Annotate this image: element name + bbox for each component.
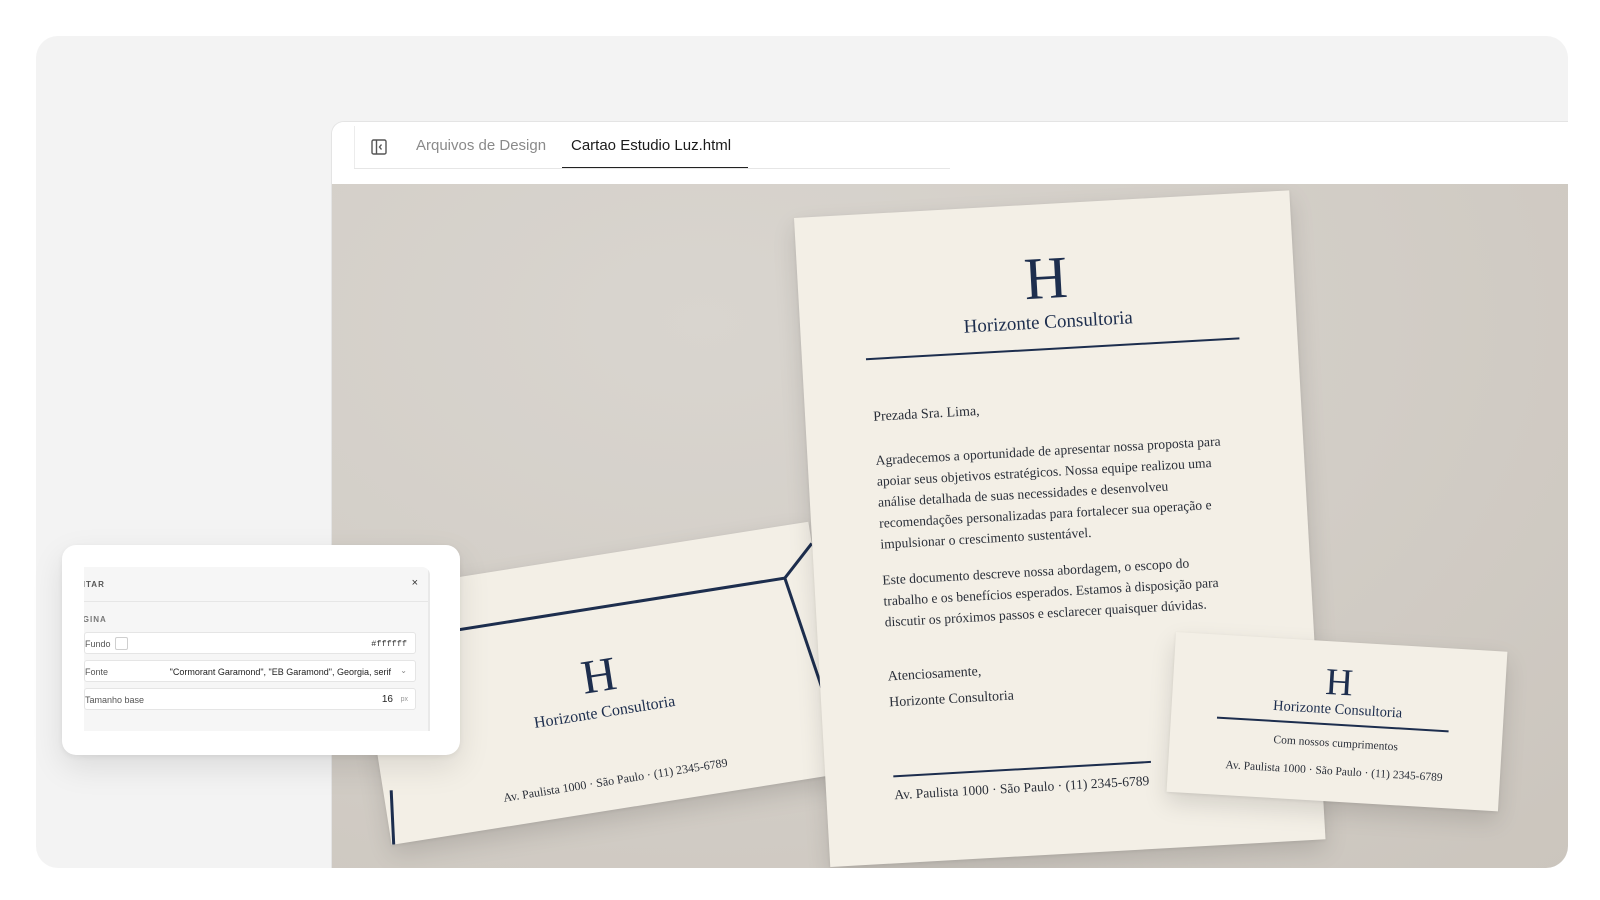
tab-track-line <box>354 168 950 169</box>
business-card-mockup: H Horizonte Consultoria Com nossos cumpr… <box>1166 632 1508 812</box>
letter-greeting: Prezada Sra. Lima, <box>872 403 981 425</box>
sidebar-toggle-icon[interactable] <box>370 138 388 156</box>
app-window: Arquivos de Design Cartao Estudio Luz.ht… <box>332 122 1568 868</box>
letter-paragraph-1: Agradecemos a oportunidade de apresentar… <box>875 433 1221 552</box>
tab-design-files[interactable]: Arquivos de Design <box>416 136 546 170</box>
base-size-input[interactable]: 16 <box>382 694 393 705</box>
edit-panel-scrollbar[interactable] <box>428 567 430 731</box>
font-label: Fonte <box>85 667 109 677</box>
font-field: Fonte "Cormorant Garamond", "EB Garamond… <box>84 660 416 682</box>
tab-bar-divider <box>354 126 355 168</box>
page-section-title: ÁGINA <box>84 615 107 624</box>
letter-paragraph-2: Este documento descreve nossa abordagem,… <box>881 555 1220 630</box>
edit-panel-header: DITAR × <box>84 567 430 602</box>
close-icon[interactable]: × <box>412 577 418 589</box>
design-preview-canvas[interactable]: H Horizonte Consultoria Av. Paulista 100… <box>332 184 1568 868</box>
font-select[interactable]: "Cormorant Garamond", "EB Garamond", Geo… <box>170 667 391 677</box>
card-tagline: Com nossos cumprimentos <box>1273 733 1399 754</box>
tab-active-label: Cartao Estudio Luz.html <box>571 137 732 154</box>
edit-panel: DITAR × ÁGINA Fundo #ffffff Fonte "Cormo… <box>84 567 430 731</box>
base-size-unit: px <box>400 696 408 703</box>
chevron-down-icon[interactable]: ⌄ <box>400 666 407 675</box>
background-label: Fundo <box>85 639 111 649</box>
background-color-swatch[interactable] <box>115 637 128 650</box>
base-size-label: Tamanho base <box>85 695 145 705</box>
base-size-field: Tamanho base 16 px <box>84 688 416 710</box>
letter-footer-address: Av. Paulista 1000 · São Paulo · (11) 234… <box>893 773 1150 803</box>
card-address: Av. Paulista 1000 · São Paulo · (11) 234… <box>1225 759 1443 785</box>
editor-panel-card: DITAR × ÁGINA Fundo #ffffff Fonte "Cormo… <box>62 545 460 755</box>
letter-signature: Horizonte Consultoria <box>888 688 1015 711</box>
background-hex-input[interactable]: #ffffff <box>371 639 407 649</box>
tab-cartao-estudio-luz[interactable]: Cartao Estudio Luz.html <box>562 136 748 170</box>
edit-panel-title: DITAR <box>84 580 105 589</box>
tab-design-files-label: Arquivos de Design <box>416 137 547 154</box>
letter-closing: Atenciosamente, <box>887 664 982 685</box>
background-field: Fundo #ffffff <box>84 632 416 654</box>
tab-bar: Arquivos de Design Cartao Estudio Luz.ht… <box>332 122 1568 184</box>
